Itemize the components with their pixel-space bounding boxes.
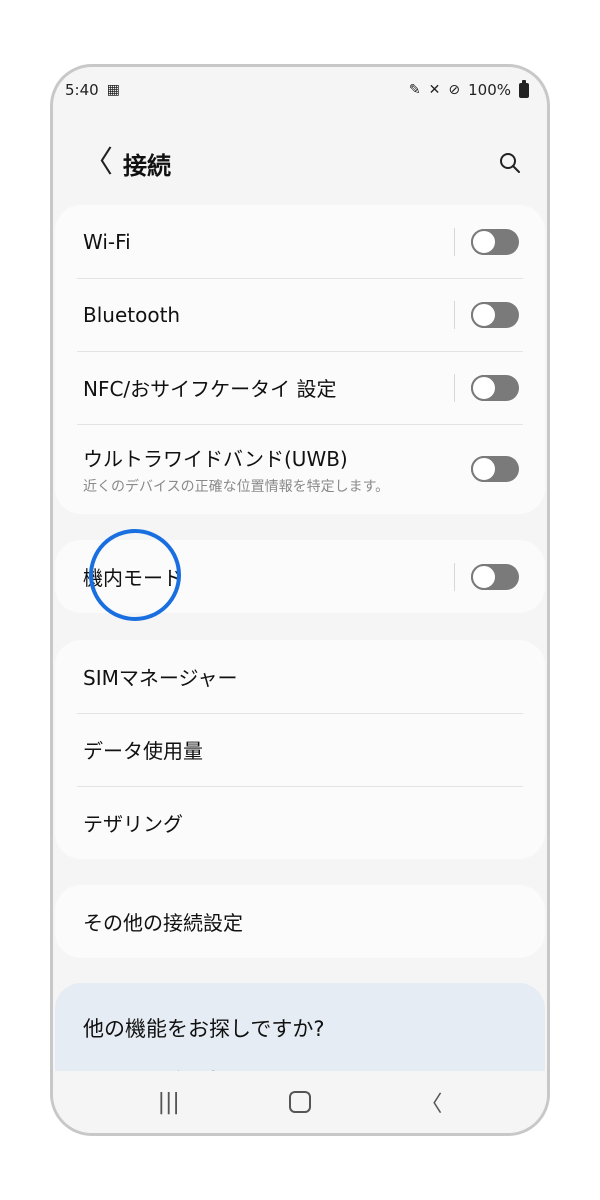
list-item-sim-manager[interactable]: SIMマネージャー bbox=[55, 640, 545, 713]
row-label: SIMマネージャー bbox=[83, 666, 238, 690]
connectivity-card: Wi-Fi Bluetooth NFC/おサイフケータイ 設定 ウルトラワイドバ… bbox=[55, 205, 545, 514]
mute-icon: ✕ bbox=[428, 82, 441, 98]
list-item-airplane-mode[interactable]: 機内モード bbox=[55, 540, 545, 613]
more-settings-card: その他の接続設定 bbox=[55, 885, 545, 958]
list-item-nfc[interactable]: NFC/おサイフケータイ 設定 bbox=[55, 351, 545, 424]
row-label: NFC/おサイフケータイ 設定 bbox=[83, 377, 337, 401]
pen-icon: ✎ bbox=[408, 82, 421, 98]
row-label: データ使用量 bbox=[83, 739, 203, 763]
airplane-card: 機内モード bbox=[55, 540, 545, 613]
row-label: テザリング bbox=[83, 812, 183, 836]
back-icon[interactable]: 〈 bbox=[83, 148, 113, 178]
divider bbox=[454, 373, 455, 402]
sim-data-card: SIMマネージャー データ使用量 テザリング bbox=[55, 640, 545, 859]
row-label: Wi-Fi bbox=[83, 229, 131, 254]
divider bbox=[454, 562, 455, 591]
do-not-disturb-icon: ⊘ bbox=[448, 82, 461, 98]
battery-percent: 100% bbox=[468, 81, 511, 99]
row-label: Bluetooth bbox=[83, 302, 181, 327]
header: 〈 接続 bbox=[53, 127, 547, 199]
help-title: 他の機能をお探しですか? bbox=[83, 1017, 325, 1041]
row-label: 機内モード bbox=[83, 566, 183, 590]
list-item-wifi[interactable]: Wi-Fi bbox=[55, 205, 545, 278]
divider bbox=[454, 300, 455, 329]
list-item-data-usage[interactable]: データ使用量 bbox=[55, 713, 545, 786]
bluetooth-toggle[interactable] bbox=[471, 301, 519, 328]
list-item-more-connection-settings[interactable]: その他の接続設定 bbox=[55, 885, 545, 958]
uwb-toggle[interactable] bbox=[471, 456, 519, 482]
phone-frame: 5:40 ▦ ✎ ✕ ⊘ 100% 〈 接続 Wi-Fi Bluetooth N… bbox=[50, 64, 550, 1136]
page-title: 接続 bbox=[123, 151, 171, 180]
battery-icon bbox=[519, 79, 529, 98]
row-sublabel: 近くのデバイスの正確な位置情報を特定します。 bbox=[83, 478, 390, 495]
navigation-bar: ||| 〈 bbox=[53, 1071, 547, 1133]
airplane-mode-toggle[interactable] bbox=[471, 563, 519, 590]
recents-button[interactable]: ||| bbox=[158, 1090, 180, 1115]
wifi-toggle[interactable] bbox=[471, 228, 519, 255]
search-icon[interactable] bbox=[499, 152, 521, 174]
list-item-tethering[interactable]: テザリング bbox=[55, 786, 545, 859]
status-bar: 5:40 ▦ ✎ ✕ ⊘ 100% bbox=[53, 67, 547, 113]
status-time: 5:40 bbox=[65, 81, 99, 99]
row-label: その他の接続設定 bbox=[83, 911, 243, 935]
home-button[interactable] bbox=[289, 1091, 312, 1113]
nfc-toggle[interactable] bbox=[471, 374, 519, 401]
row-label: ウルトラワイドバンド(UWB) bbox=[83, 446, 348, 471]
gallery-notification-icon: ▦ bbox=[106, 82, 120, 98]
list-item-uwb[interactable]: ウルトラワイドバンド(UWB) 近くのデバイスの正確な位置情報を特定します。 bbox=[55, 424, 545, 514]
list-item-bluetooth[interactable]: Bluetooth bbox=[55, 278, 545, 351]
divider bbox=[454, 227, 455, 256]
nav-back-button[interactable]: 〈 bbox=[420, 1086, 442, 1118]
